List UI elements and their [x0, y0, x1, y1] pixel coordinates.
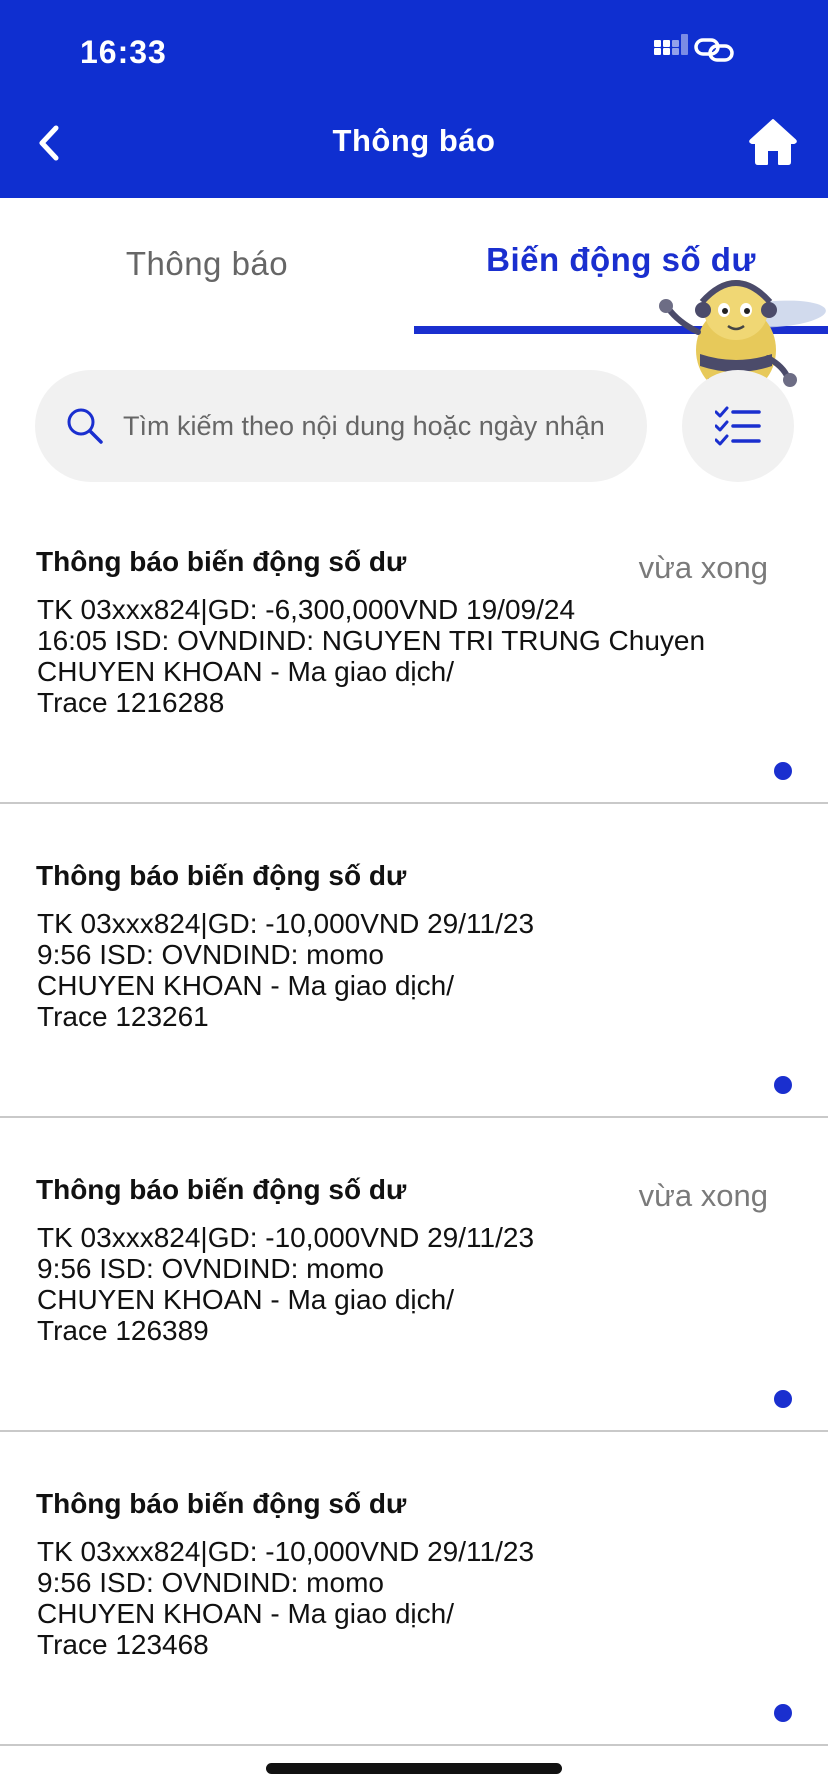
unread-dot: [774, 762, 792, 780]
page-title: Thông báo: [332, 123, 496, 158]
list-item[interactable]: Thông báo biến động số dư vừa xong TK 03…: [0, 1118, 828, 1432]
home-button[interactable]: [748, 116, 798, 168]
search-icon: [67, 408, 103, 444]
item-title: Thông báo biến động số dư: [36, 546, 407, 577]
item-body: TK 03xxx824|GD: -10,000VND 29/11/23 9:56…: [37, 908, 535, 1032]
item-title: Thông báo biến động số dư: [36, 1488, 407, 1519]
item-time: vừa xong: [638, 550, 768, 585]
notification-list: Thông báo biến động số dư vừa xong TK 03…: [0, 490, 828, 1746]
unread-dot: [774, 1076, 792, 1094]
list-item[interactable]: Thông báo biến động số dư TK 03xxx824|GD…: [0, 1432, 828, 1746]
status-bar-time: 16:33: [80, 34, 167, 70]
search-input[interactable]: [123, 370, 633, 482]
checklist-icon: [715, 406, 761, 446]
item-title: Thông báo biến động số dư: [36, 860, 407, 891]
unread-dot: [774, 1704, 792, 1722]
list-item[interactable]: Thông báo biến động số dư vừa xong TK 03…: [0, 490, 828, 804]
home-indicator[interactable]: [266, 1763, 562, 1774]
unread-dot: [774, 1390, 792, 1408]
search-bar[interactable]: [35, 370, 647, 482]
cellular-signal-icon: [654, 34, 688, 62]
item-body: TK 03xxx824|GD: -10,000VND 29/11/23 9:56…: [37, 1536, 535, 1660]
tab-notifications-label: Thông báo: [125, 245, 289, 282]
filter-button[interactable]: [682, 370, 794, 482]
item-time: vừa xong: [638, 1178, 768, 1213]
app-header: 16:33 Thông báo: [0, 0, 828, 198]
item-body: TK 03xxx824|GD: -6,300,000VND 19/09/24 1…: [37, 594, 706, 718]
item-body: TK 03xxx824|GD: -10,000VND 29/11/23 9:56…: [37, 1222, 535, 1346]
list-item[interactable]: Thông báo biến động số dư TK 03xxx824|GD…: [0, 804, 828, 1118]
tab-notifications[interactable]: Thông báo: [0, 198, 414, 336]
item-title: Thông báo biến động số dư: [36, 1174, 407, 1205]
link-icon: [694, 38, 734, 62]
